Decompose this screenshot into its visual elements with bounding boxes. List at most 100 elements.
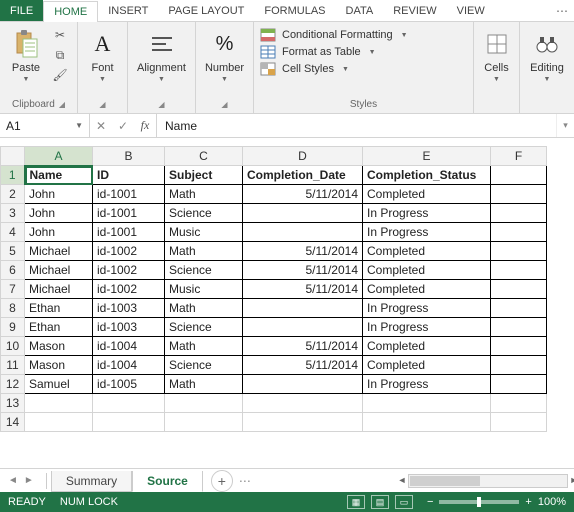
cell[interactable] (243, 375, 363, 394)
row-header[interactable]: 6 (1, 261, 25, 280)
cut-button[interactable]: ✂ (50, 26, 70, 44)
cell[interactable] (363, 413, 491, 432)
scroll-left-icon[interactable]: ◄ (396, 475, 408, 487)
cell[interactable]: John (25, 204, 93, 223)
col-header-B[interactable]: B (93, 147, 165, 166)
col-header-C[interactable]: C (165, 147, 243, 166)
cell[interactable]: Mason (25, 356, 93, 375)
cell[interactable]: Science (165, 261, 243, 280)
cell[interactable] (491, 166, 547, 185)
cell[interactable] (491, 318, 547, 337)
cell[interactable]: Completed (363, 242, 491, 261)
zoom-in-button[interactable]: + (525, 496, 531, 508)
cell-styles-button[interactable]: Cell Styles▼ (260, 62, 408, 76)
tab-view[interactable]: VIEW (447, 0, 495, 21)
font-button[interactable]: A Font ▼ (84, 26, 121, 83)
cell[interactable]: In Progress (363, 375, 491, 394)
dialog-launcher-icon[interactable]: ◢ (158, 100, 164, 109)
enter-formula-icon[interactable]: ✓ (112, 119, 134, 133)
tab-page-layout[interactable]: PAGE LAYOUT (158, 0, 254, 21)
cell[interactable]: Math (165, 185, 243, 204)
cell[interactable] (25, 394, 93, 413)
col-header-D[interactable]: D (243, 147, 363, 166)
cell[interactable]: John (25, 185, 93, 204)
view-page-layout-icon[interactable]: ▤ (371, 495, 389, 509)
cell[interactable]: Subject (165, 166, 243, 185)
cell[interactable]: In Progress (363, 204, 491, 223)
cell[interactable] (491, 337, 547, 356)
cell[interactable]: Completion_Status (363, 166, 491, 185)
cell[interactable]: Math (165, 242, 243, 261)
cell[interactable] (491, 223, 547, 242)
tab-nav-prev-icon[interactable]: ◄ (8, 475, 18, 486)
cell[interactable]: id-1003 (93, 299, 165, 318)
cell[interactable]: 5/11/2014 (243, 280, 363, 299)
tab-nav-next-icon[interactable]: ► (24, 475, 34, 486)
cell[interactable] (491, 261, 547, 280)
cell[interactable]: ID (93, 166, 165, 185)
dialog-launcher-icon[interactable]: ◢ (59, 100, 65, 109)
chevron-down-icon[interactable]: ▼ (75, 121, 83, 130)
new-sheet-button[interactable]: + (211, 470, 233, 492)
scrollbar-thumb[interactable] (410, 476, 480, 486)
editing-button[interactable]: Editing ▼ (526, 26, 568, 83)
cell[interactable]: Completed (363, 337, 491, 356)
cell[interactable]: Ethan (25, 318, 93, 337)
col-header-E[interactable]: E (363, 147, 491, 166)
cell[interactable]: In Progress (363, 223, 491, 242)
cell[interactable] (491, 204, 547, 223)
cell[interactable] (165, 413, 243, 432)
tab-insert[interactable]: INSERT (98, 0, 158, 21)
row-header[interactable]: 8 (1, 299, 25, 318)
row-header[interactable]: 9 (1, 318, 25, 337)
col-header-A[interactable]: A (25, 147, 93, 166)
spreadsheet-grid[interactable]: ABCDEF 1NameIDSubjectCompletion_DateComp… (0, 146, 574, 432)
cell[interactable]: 5/11/2014 (243, 337, 363, 356)
cell[interactable] (243, 394, 363, 413)
cells-button[interactable]: Cells ▼ (480, 26, 513, 83)
select-all-corner[interactable] (1, 147, 25, 166)
cell[interactable]: Completed (363, 356, 491, 375)
cell[interactable]: Completion_Date (243, 166, 363, 185)
zoom-out-button[interactable]: − (427, 496, 433, 508)
cell[interactable]: 5/11/2014 (243, 261, 363, 280)
cell[interactable]: id-1004 (93, 356, 165, 375)
copy-button[interactable]: ⧉ (50, 46, 70, 64)
cell[interactable]: Name (25, 166, 93, 185)
cell[interactable] (93, 413, 165, 432)
cell[interactable]: Music (165, 223, 243, 242)
cell[interactable]: In Progress (363, 318, 491, 337)
row-header[interactable]: 13 (1, 394, 25, 413)
cell[interactable] (491, 280, 547, 299)
row-header[interactable]: 2 (1, 185, 25, 204)
col-header-F[interactable]: F (491, 147, 547, 166)
cell[interactable]: Music (165, 280, 243, 299)
view-page-break-icon[interactable]: ▭ (395, 495, 413, 509)
cell[interactable]: Science (165, 204, 243, 223)
row-header[interactable]: 12 (1, 375, 25, 394)
formula-input[interactable]: Name (157, 114, 556, 137)
cell[interactable]: id-1002 (93, 261, 165, 280)
cell[interactable] (25, 413, 93, 432)
row-header[interactable]: 1 (1, 166, 25, 185)
format-as-table-button[interactable]: Format as Table▼ (260, 45, 408, 59)
row-header[interactable]: 10 (1, 337, 25, 356)
tab-formulas[interactable]: FORMULAS (254, 0, 335, 21)
cancel-formula-icon[interactable]: ✕ (90, 119, 112, 133)
cell[interactable]: id-1003 (93, 318, 165, 337)
number-button[interactable]: % Number ▼ (202, 26, 247, 83)
row-header[interactable]: 3 (1, 204, 25, 223)
view-normal-icon[interactable]: ▦ (347, 495, 365, 509)
cell[interactable]: id-1001 (93, 223, 165, 242)
dialog-launcher-icon[interactable]: ◢ (221, 100, 227, 109)
cell[interactable]: id-1002 (93, 280, 165, 299)
cell[interactable]: In Progress (363, 299, 491, 318)
cell[interactable] (491, 185, 547, 204)
cell[interactable]: Completed (363, 280, 491, 299)
tab-review[interactable]: REVIEW (383, 0, 446, 21)
cell[interactable]: Michael (25, 280, 93, 299)
cell[interactable]: John (25, 223, 93, 242)
row-header[interactable]: 14 (1, 413, 25, 432)
cell[interactable]: id-1001 (93, 204, 165, 223)
tab-home[interactable]: HOME (43, 1, 98, 22)
